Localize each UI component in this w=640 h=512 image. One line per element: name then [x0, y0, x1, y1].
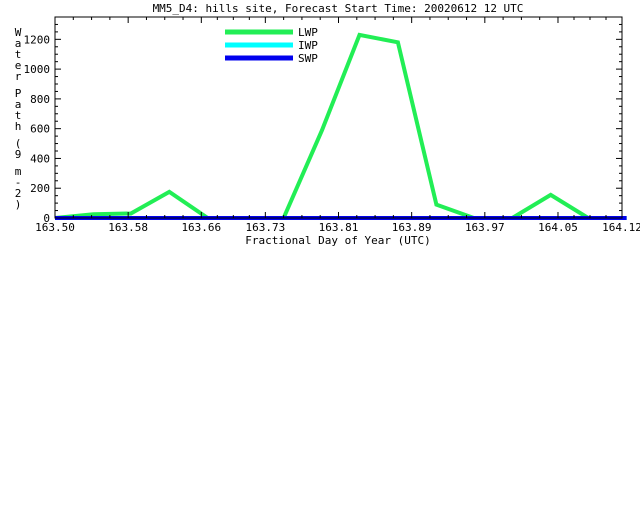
y-axis-label-char: 9 [15, 148, 22, 161]
legend: LWPIWPSWP [225, 26, 318, 65]
x-tick-label: 163.50 [35, 221, 75, 234]
x-tick-label: 163.81 [319, 221, 359, 234]
y-tick-label: 200 [30, 182, 50, 195]
legend-label-swp: SWP [298, 52, 318, 65]
chart-title: MM5_D4: hills site, Forecast Start Time:… [153, 2, 524, 15]
series-line-lwp [54, 32, 627, 220]
y-tick-label: 0 [43, 212, 50, 225]
legend-label-lwp: LWP [298, 26, 318, 39]
y-tick-label: 800 [30, 93, 50, 106]
y-tick-label: 400 [30, 152, 50, 165]
y-tick-label: 600 [30, 123, 50, 136]
y-tick-label: 1000 [24, 63, 51, 76]
x-tick-label: 163.89 [392, 221, 432, 234]
y-axis-label-char: r [15, 70, 22, 83]
x-tick-label: 164.12 [602, 221, 640, 234]
series-lines [54, 32, 627, 220]
x-axis-label: Fractional Day of Year (UTC) [245, 234, 430, 247]
x-tick-label: 163.58 [108, 221, 148, 234]
legend-label-iwp: IWP [298, 39, 318, 52]
y-axis-label-char: h [15, 120, 22, 133]
y-axis-label-char: ) [15, 198, 22, 211]
x-tick-label: 163.66 [181, 221, 221, 234]
x-tick-label: 164.05 [538, 221, 578, 234]
x-tick-label: 163.97 [465, 221, 505, 234]
axis-ticks: 163.50 163.58 163.66 163.73 163.81 163.89 163.… [24, 17, 640, 234]
x-tick-label: 163.73 [245, 221, 285, 234]
water-path-chart: MM5_D4: hills site, Forecast Start Time:… [15, 2, 640, 247]
plot-area-frame [54, 16, 623, 219]
y-tick-label: 1200 [24, 33, 51, 46]
y-axis-label: WaterPath(9m-2) [15, 26, 22, 211]
